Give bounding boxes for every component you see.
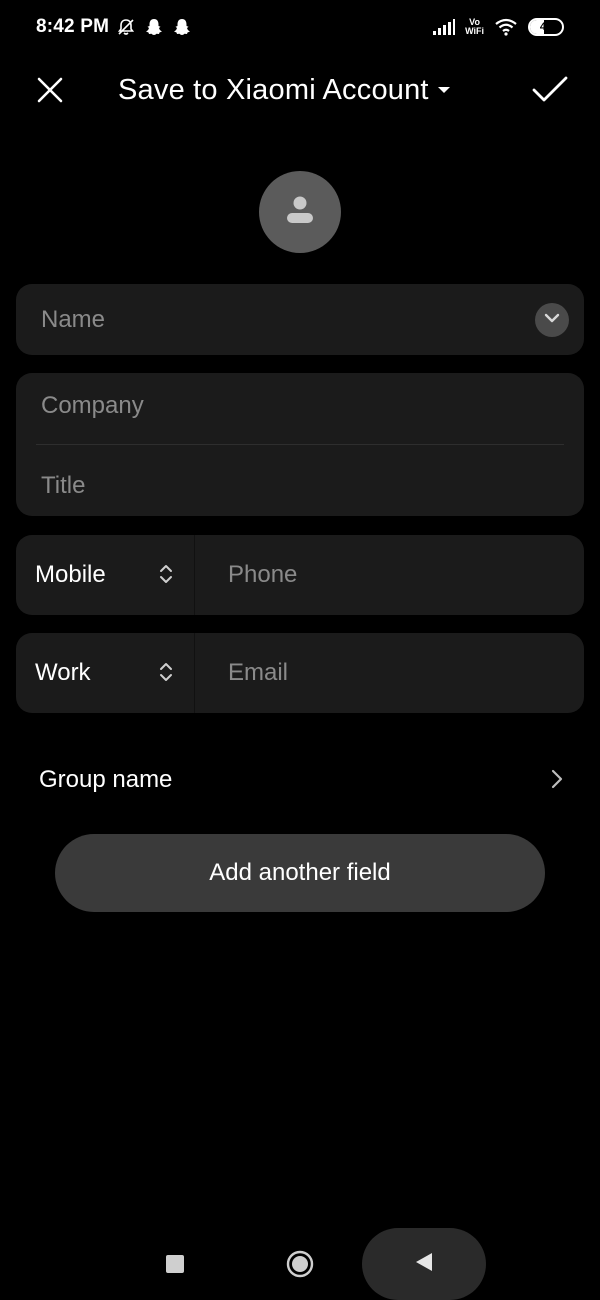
back-icon <box>414 1251 434 1278</box>
email-type-selector[interactable]: Work <box>16 633 194 713</box>
chevron-right-icon <box>550 768 564 795</box>
phone-type-label: Mobile <box>35 561 106 588</box>
chevron-down-icon <box>544 311 560 329</box>
page-title: Save to Xiaomi Account <box>118 74 429 106</box>
recents-icon[interactable] <box>166 1255 184 1273</box>
name-card: Name <box>16 284 584 355</box>
account-selector[interactable]: Save to Xiaomi Account <box>118 74 451 107</box>
group-name-label: Group name <box>39 766 173 793</box>
divider <box>36 444 564 445</box>
phone-input[interactable]: Phone <box>228 561 297 589</box>
add-another-field-button[interactable]: Add another field <box>55 834 545 912</box>
email-card: Work Email <box>16 633 584 713</box>
navigation-bar <box>0 1226 600 1300</box>
battery-body: 44 <box>528 18 564 36</box>
mute-icon <box>116 16 136 38</box>
status-left-icons <box>116 16 192 38</box>
status-time: 8:42 PM <box>36 16 110 37</box>
avatar[interactable] <box>259 171 341 253</box>
company-card: Company Title <box>16 373 584 516</box>
signal-icon <box>433 16 456 38</box>
header: Save to Xiaomi Account <box>0 60 600 124</box>
company-input[interactable]: Company <box>41 392 144 420</box>
phone-type-selector[interactable]: Mobile <box>16 535 194 615</box>
email-type-label: Work <box>35 659 91 686</box>
title-input[interactable]: Title <box>41 472 85 500</box>
email-input[interactable]: Email <box>228 659 288 687</box>
wifi-icon <box>494 16 518 38</box>
person-icon <box>282 192 318 233</box>
vowifi-bottom-label: WiFi <box>465 26 484 36</box>
divider <box>194 633 195 713</box>
close-button[interactable] <box>28 70 72 114</box>
divider <box>194 535 195 615</box>
status-bar: 8:42 PM Vo WiFi 44 <box>0 0 600 56</box>
snapchat-icon <box>172 16 192 38</box>
battery-level: 44 <box>539 21 553 33</box>
expand-name-button[interactable] <box>535 303 569 337</box>
checkmark-icon <box>531 75 569 110</box>
close-icon <box>35 75 65 110</box>
vowifi-icon: Vo WiFi <box>465 16 484 38</box>
back-button[interactable] <box>362 1228 486 1300</box>
up-down-arrows-icon <box>158 563 174 590</box>
snapchat-icon <box>144 16 164 38</box>
status-right-icons: Vo WiFi 44 <box>433 16 564 38</box>
up-down-arrows-icon <box>158 661 174 688</box>
caret-down-icon <box>437 82 451 100</box>
phone-card: Mobile Phone <box>16 535 584 615</box>
confirm-button[interactable] <box>526 70 574 114</box>
name-input[interactable]: Name <box>41 306 105 334</box>
home-icon[interactable] <box>286 1250 314 1278</box>
group-name-row[interactable]: Group name <box>16 748 584 812</box>
battery-icon: 44 <box>528 16 564 38</box>
